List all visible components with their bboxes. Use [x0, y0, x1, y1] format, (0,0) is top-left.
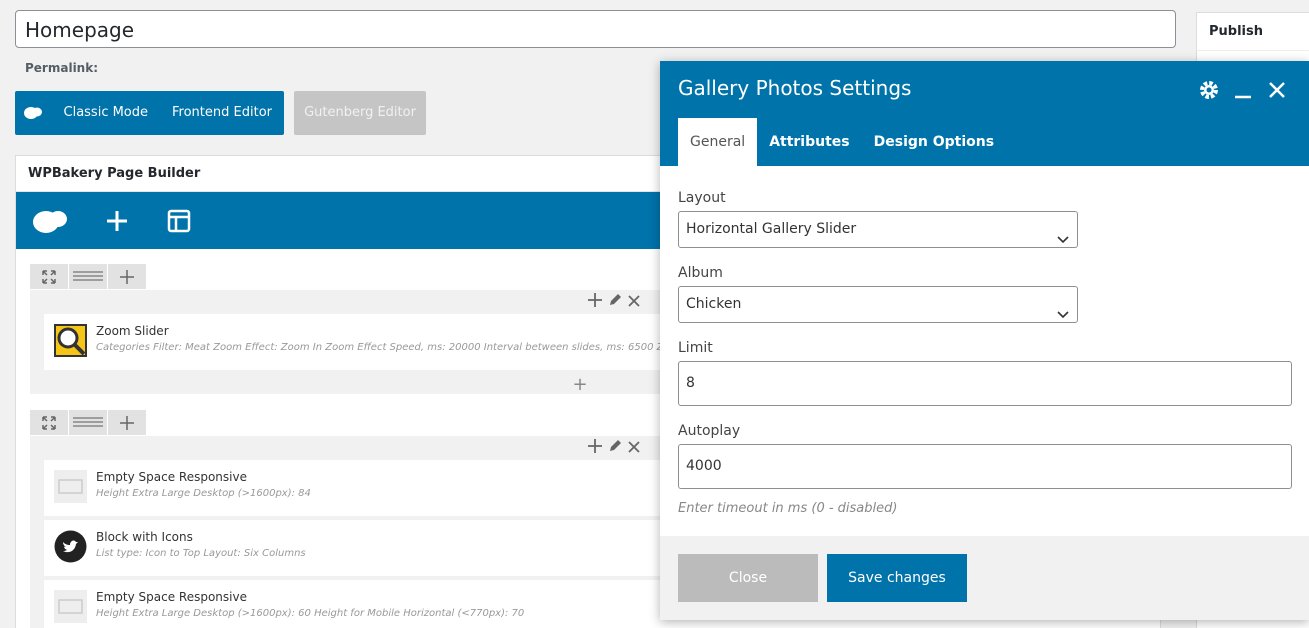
gear-icon[interactable]	[1197, 78, 1221, 102]
autoplay-hint: Enter timeout in ms (0 - disabled)	[678, 501, 898, 516]
column-edit-icon[interactable]	[608, 439, 622, 457]
modal-footer: Close Save changes	[660, 536, 1309, 620]
element-name: Block with Icons	[96, 530, 193, 544]
row-controls	[30, 410, 147, 435]
modal-title: Gallery Photos Settings	[678, 76, 912, 100]
column-controls	[30, 436, 690, 460]
element-description: Height Extra Large Desktop (>1600px): 84	[96, 488, 311, 499]
column-add-icon[interactable]	[588, 439, 602, 457]
tab-design-options[interactable]: Design Options	[862, 118, 1006, 166]
row-layout-icon[interactable]	[69, 264, 107, 289]
layout-select[interactable]: Horizontal Gallery Slider	[678, 211, 1078, 248]
classic-mode-button[interactable]: Classic Mode	[52, 91, 161, 135]
twitter-icon	[54, 530, 87, 563]
column-delete-icon[interactable]	[628, 293, 640, 311]
row-add-icon[interactable]	[108, 410, 146, 435]
autoplay-label: Autoplay	[678, 423, 741, 439]
empty-space-icon	[54, 470, 87, 503]
element-name: Empty Space Responsive	[96, 470, 247, 484]
wpbakery-logo-icon[interactable]	[15, 91, 52, 135]
permalink-label: Permalink:	[25, 61, 99, 75]
close-button[interactable]: Close	[678, 554, 818, 602]
modal-header: Gallery Photos Settings General Attribut…	[660, 61, 1309, 166]
layout-label: Layout	[678, 190, 726, 206]
modal-actions	[1197, 78, 1289, 102]
element-description: Categories Filter: Meat Zoom Effect: Zoo…	[96, 342, 690, 353]
templates-icon[interactable]	[148, 192, 210, 249]
frontend-editor-button[interactable]: Frontend Editor	[160, 91, 284, 135]
post-title-input[interactable]: Homepage	[15, 10, 1176, 48]
publish-heading[interactable]: Publish	[1197, 13, 1309, 51]
element-description: Height Extra Large Desktop (>1600px): 60…	[96, 608, 525, 619]
gutenberg-editor-button[interactable]: Gutenberg Editor	[294, 91, 426, 135]
element-zoom-slider[interactable]: Zoom Slider Categories Filter: Meat Zoom…	[44, 314, 690, 370]
autoplay-input[interactable]: 4000	[678, 444, 1292, 489]
wpbakery-logo-icon[interactable]	[30, 192, 70, 249]
album-label: Album	[678, 265, 723, 281]
row-controls	[30, 264, 147, 289]
modal-body: Layout Horizontal Gallery Slider Album C…	[678, 185, 1292, 516]
limit-input[interactable]: 8	[678, 361, 1292, 406]
album-select[interactable]: Chicken	[678, 286, 1078, 323]
row-drag-icon[interactable]	[30, 410, 68, 435]
minimize-icon[interactable]	[1231, 78, 1255, 102]
element-empty-space-responsive[interactable]: Empty Space Responsive Height Extra Larg…	[44, 580, 690, 628]
editor-mode-group: Classic Mode Frontend Editor	[15, 91, 284, 135]
element-empty-space-responsive[interactable]: Empty Space Responsive Height Extra Larg…	[44, 460, 690, 516]
save-changes-button[interactable]: Save changes	[827, 554, 967, 602]
zoom-slider-icon	[54, 324, 87, 357]
column-delete-icon[interactable]	[628, 439, 640, 457]
column-edit-icon[interactable]	[608, 293, 622, 311]
element-name: Empty Space Responsive	[96, 590, 247, 604]
column-add-icon[interactable]	[588, 293, 602, 311]
add-element-icon[interactable]	[86, 192, 148, 249]
add-element-in-column-icon[interactable]: +	[30, 374, 690, 398]
element-block-with-icons[interactable]: Block with Icons List type: Icon to Top …	[44, 520, 690, 576]
modal-tabs: General Attributes Design Options	[678, 118, 1006, 166]
row-body: Zoom Slider Categories Filter: Meat Zoom…	[30, 290, 690, 395]
layout-select-value: Horizontal Gallery Slider	[686, 221, 857, 237]
gallery-photos-settings-modal: Gallery Photos Settings General Attribut…	[660, 61, 1309, 620]
limit-label: Limit	[678, 340, 713, 356]
close-icon[interactable]	[1265, 78, 1289, 102]
tab-attributes[interactable]: Attributes	[757, 118, 861, 166]
row-add-icon[interactable]	[108, 264, 146, 289]
tab-general[interactable]: General	[678, 118, 758, 166]
row-drag-icon[interactable]	[30, 264, 68, 289]
empty-space-icon	[54, 590, 87, 623]
column-controls	[30, 290, 690, 314]
element-name: Zoom Slider	[96, 324, 169, 338]
element-description: List type: Icon to Top Layout: Six Colum…	[96, 548, 306, 559]
chevron-down-icon	[1057, 298, 1069, 333]
row-layout-icon[interactable]	[69, 410, 107, 435]
chevron-down-icon	[1057, 223, 1069, 258]
row-body: Empty Space Responsive Height Extra Larg…	[30, 436, 690, 628]
album-select-value: Chicken	[686, 296, 742, 312]
